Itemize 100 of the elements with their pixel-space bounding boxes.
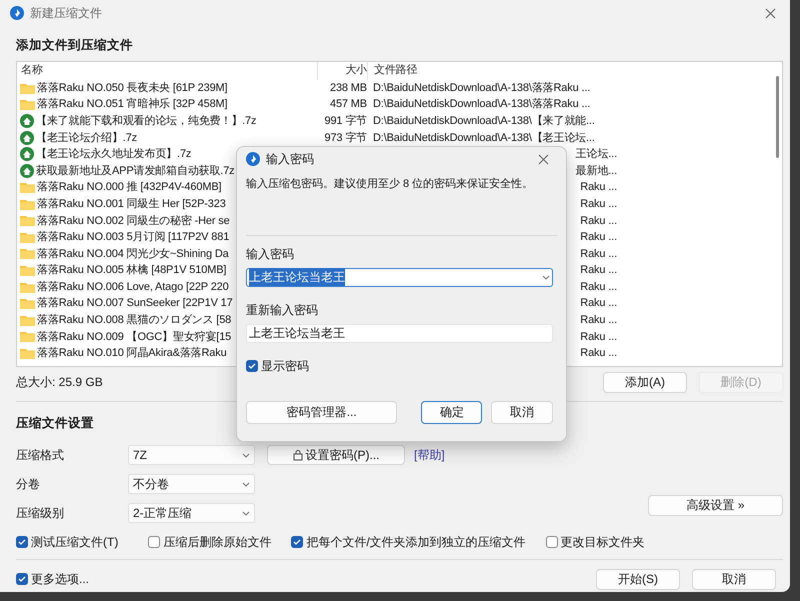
file-size: 238 MB <box>328 80 367 96</box>
folder-icon <box>20 280 35 294</box>
file-path: Raku ... <box>580 264 617 276</box>
folder-icon <box>20 214 35 228</box>
file-path: Raku ... <box>580 231 617 244</box>
scrollbar[interactable] <box>776 76 779 158</box>
field-label: 重新输入密码 <box>246 302 319 318</box>
file-path: Raku ... <box>580 347 617 360</box>
column-header: 文件路径 <box>367 62 613 80</box>
file-path: D:\BaiduNetdiskDownload\A-138\落落Raku ... <box>373 98 590 110</box>
chevron-icon <box>542 274 550 280</box>
close-icon <box>765 8 776 18</box>
total-size: 总大小: 25.9 GB <box>16 374 103 392</box>
checkbox[interactable] <box>546 536 558 548</box>
checkbox-label[interactable]: 测试压缩文件(T) <box>31 533 118 551</box>
chevron-icon <box>242 452 250 458</box>
file-path: Raku ... <box>580 198 617 210</box>
folder-icon <box>20 181 35 194</box>
checkbox-label[interactable]: 更多选项... <box>31 570 90 588</box>
dialog-message: 输入压缩包密码。建议使用至少 8 位的密码来保证安全性。 <box>246 176 534 192</box>
field-label: 输入密码 <box>246 246 295 262</box>
file-name[interactable]: 落落Raku NO.002 同級生の秘密 -Her se <box>37 212 230 230</box>
file-path: 最新地... <box>576 164 617 177</box>
cancel-button[interactable]: 取消 <box>491 400 553 424</box>
file-name[interactable]: 落落Raku NO.008 黒猫のソロダンス [58 <box>37 312 232 329</box>
file-path: Raku ... <box>580 297 617 310</box>
help-link[interactable]: [帮助] <box>414 446 445 464</box>
file-name[interactable]: 落落Raku NO.007 SunSeeker [22P1V 17 <box>37 295 233 312</box>
dropdown[interactable]: 7Z <box>128 445 255 465</box>
file-name[interactable]: 落落Raku NO.000 推 [432P4V-460MB] <box>37 179 222 196</box>
file-name[interactable]: 落落Raku NO.005 林檎 [48P1V 510MB] <box>37 262 226 279</box>
column-header: 名称 <box>20 63 44 78</box>
dropdown-value: 不分卷 <box>133 476 169 493</box>
section-title: 添加文件到压缩文件 <box>16 37 133 54</box>
folder-icon <box>20 230 35 244</box>
file-path: Raku ... <box>580 214 617 226</box>
file-name[interactable]: 落落Raku NO.001 同級生 Her [52P-323 <box>37 196 226 212</box>
checkbox[interactable] <box>16 573 28 585</box>
field-label: 压缩格式 <box>16 447 65 464</box>
file-path: 王论坛... <box>576 148 617 160</box>
folder-icon <box>20 347 35 360</box>
checkbox-label[interactable]: 压缩后删除原始文件 <box>163 533 272 551</box>
checkbox[interactable] <box>291 536 304 548</box>
lock-icon <box>292 450 302 460</box>
folder-icon <box>20 198 35 211</box>
window-title: 新建压缩文件 <box>30 5 103 22</box>
dropdown[interactable]: 不分卷 <box>128 474 255 494</box>
password-field[interactable]: 上老王论坛当老王 <box>246 268 553 286</box>
folder-icon <box>20 330 35 344</box>
checkbox[interactable] <box>16 536 28 548</box>
dropdown-value: 2-正常压缩 <box>133 505 192 522</box>
file-size: 991 字节 <box>323 114 367 129</box>
cancel-button[interactable]: 取消 <box>692 568 776 590</box>
file-path: D:\BaiduNetdiskDownload\A-138\【来了就能... <box>373 114 595 127</box>
close-icon <box>538 154 549 164</box>
column-header: 大小 <box>317 62 367 80</box>
folder-icon <box>20 264 35 278</box>
ok-button[interactable]: 确定 <box>421 400 482 424</box>
app-icon <box>10 6 24 20</box>
file-path: D:\BaiduNetdiskDownload\A-138\落落Raku ... <box>373 82 590 94</box>
file-name[interactable]: 获取最新地址及APP请发邮箱自动获取.7z <box>36 162 235 180</box>
folder-icon <box>20 82 35 95</box>
file-path: Raku ... <box>580 248 617 260</box>
file-name[interactable]: 落落Raku NO.004 閃光少女~Shining Da <box>37 246 229 262</box>
advanced-settings-button[interactable]: 高级设置 » <box>648 494 783 516</box>
dropdown[interactable]: 2-正常压缩 <box>128 503 255 523</box>
checkbox[interactable] <box>148 536 160 548</box>
file-name[interactable]: 落落Raku NO.010 阿晶Akira&落落Raku <box>37 345 227 362</box>
file-path: Raku ... <box>580 314 617 326</box>
check-icon <box>17 574 27 584</box>
check-icon <box>17 537 27 547</box>
field-value: 上老王论坛当老王 <box>249 268 345 286</box>
folder-icon <box>20 98 35 112</box>
checkbox-label[interactable]: 显示密码 <box>261 356 309 374</box>
file-name[interactable]: 落落Raku NO.003 5月订阅 [117P2V 881 <box>37 229 230 246</box>
check-icon <box>292 537 302 547</box>
file-name[interactable]: 【老王论坛永久地址发布页】.7z <box>36 146 192 163</box>
checkbox[interactable] <box>246 360 258 372</box>
field-label: 压缩级别 <box>16 505 65 522</box>
password-manager-button[interactable]: 密码管理器... <box>246 400 398 424</box>
file-name[interactable]: 【老王论坛介绍】.7z <box>36 130 138 146</box>
file-name[interactable]: 落落Raku NO.009 【OGC】聖女狩宴[15 <box>37 328 232 346</box>
file-name[interactable]: 落落Raku NO.051 宵暗神乐 [32P 458M] <box>37 96 228 113</box>
checkbox-label[interactable]: 更改目标文件夹 <box>560 533 645 551</box>
chevron-icon <box>242 480 250 488</box>
confirm-password-field[interactable]: 上老王论坛当老王 <box>246 324 553 342</box>
app-icon <box>246 152 260 166</box>
file-name[interactable]: 落落Raku NO.006 Love, Atago [22P 220 <box>37 278 229 296</box>
add-button[interactable]: 添加(A) <box>603 372 687 393</box>
field-label: 分卷 <box>16 476 41 493</box>
checkbox-label[interactable]: 把每个文件/文件夹添加到独立的压缩文件 <box>306 533 526 551</box>
start-button[interactable]: 开始(S) <box>596 568 680 590</box>
section-title: 压缩文件设置 <box>16 414 94 432</box>
file-path: Raku ... <box>580 181 617 194</box>
file-size: 457 MB <box>328 97 367 112</box>
chevron-icon <box>242 510 250 516</box>
set-password-button[interactable]: 设置密码(P)... <box>267 445 405 465</box>
file-name[interactable]: 落落Raku NO.050 長夜未央 [61P 239M] <box>37 80 228 96</box>
file-name[interactable]: 【来了就能下载和观看的论坛，纯免费！】.7z <box>36 112 256 130</box>
folder-icon <box>20 247 35 260</box>
